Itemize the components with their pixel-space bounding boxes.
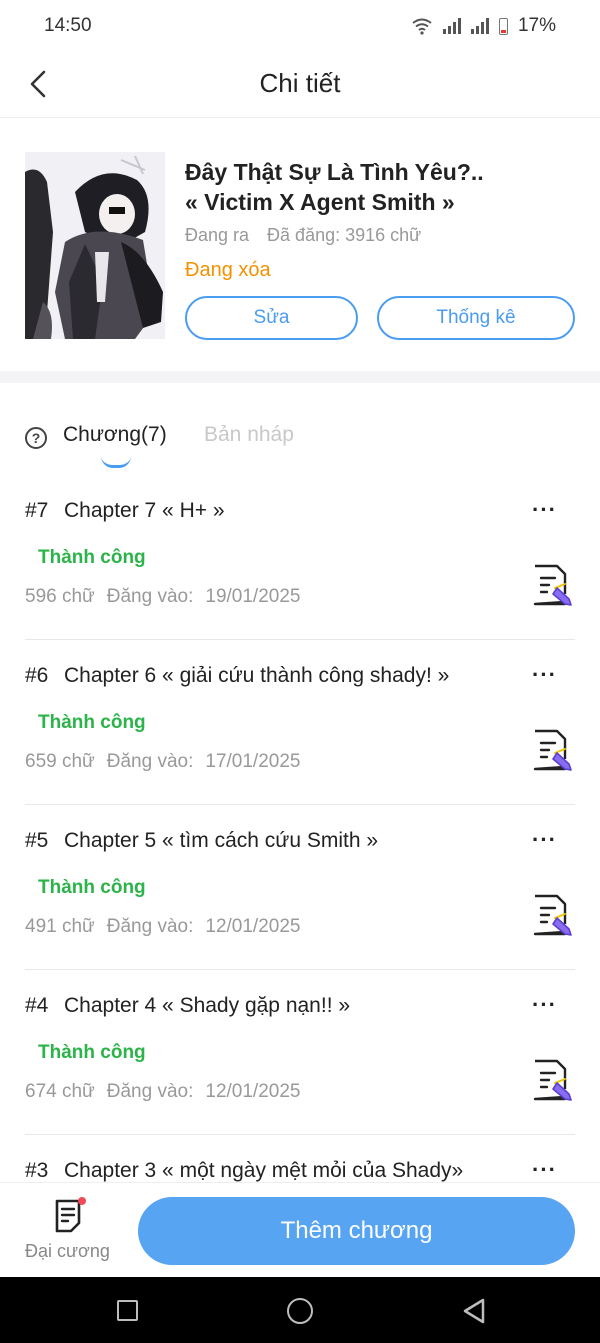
chapter-number: #6	[25, 664, 49, 687]
chapter-item[interactable]: #7 Chapter 7 « H+ » ··· Thành công 596 c…	[25, 475, 575, 640]
book-title-line: Đây Thật Sự Là Tình Yêu?..	[185, 159, 484, 185]
chapter-stats: 674 chữ Đăng vào: 12/01/2025	[25, 1081, 300, 1103]
chapter-title: Chapter 3 « một ngày mệt mỏi của Shady»	[64, 1159, 464, 1182]
system-navigation-bar	[0, 1277, 600, 1343]
tab-chapters[interactable]: Chương(7)	[63, 423, 167, 447]
back-triangle-icon[interactable]	[461, 1297, 487, 1325]
tab-indicator	[101, 456, 131, 468]
signal-icon	[470, 18, 489, 34]
chapter-number: #3	[25, 1159, 49, 1182]
stats-button[interactable]: Thống kê	[377, 296, 575, 340]
status-bar: 14:50 17%	[0, 0, 600, 52]
chapter-word-count: 674 chữ	[25, 1081, 95, 1102]
chapter-item[interactable]: #5 Chapter 5 « tìm cách cứu Smith » ··· …	[25, 805, 575, 970]
chapter-date: 19/01/2025	[205, 586, 301, 607]
chapter-number: #4	[25, 994, 49, 1017]
chapter-number: #7	[25, 499, 49, 522]
book-title-line: « Victim X Agent Smith »	[185, 189, 455, 215]
battery-level: 17%	[517, 15, 556, 36]
wifi-icon	[412, 18, 432, 35]
more-options-icon[interactable]: ···	[532, 1159, 557, 1181]
home-icon[interactable]	[287, 1298, 313, 1324]
outline-label: Đại cương	[25, 1241, 110, 1261]
edit-document-icon[interactable]	[531, 1059, 573, 1103]
battery-icon	[498, 17, 508, 35]
chapter-date: 12/01/2025	[205, 1081, 301, 1102]
chapter-date: 12/01/2025	[205, 916, 301, 937]
status-icons: 17%	[411, 15, 556, 37]
chapter-stats: 491 chữ Đăng vào: 12/01/2025	[25, 916, 300, 938]
edit-button[interactable]: Sửa	[185, 296, 358, 340]
notification-dot	[78, 1197, 86, 1205]
more-options-icon[interactable]: ···	[532, 829, 557, 851]
chapter-item[interactable]: #3 Chapter 3 « một ngày mệt mỏi của Shad…	[25, 1135, 575, 1183]
chapter-title: Chapter 6 « giải cứu thành công shady! »	[64, 664, 450, 687]
edit-document-icon[interactable]	[531, 564, 573, 608]
chapter-item[interactable]: #4 Chapter 4 « Shady gặp nạn!! » ··· Thà…	[25, 970, 575, 1135]
chapter-title: Chapter 5 « tìm cách cứu Smith »	[64, 829, 379, 852]
chapter-stats: 659 chữ Đăng vào: 17/01/2025	[25, 751, 300, 773]
chapter-number: #5	[25, 829, 49, 852]
header: Chi tiết	[0, 52, 600, 118]
chapter-date-label: Đăng vào:	[106, 586, 194, 607]
page-title: Chi tiết	[259, 68, 341, 98]
chapter-status: Thành công	[38, 1042, 146, 1063]
tab-drafts[interactable]: Bản nháp	[204, 423, 294, 447]
book-status: Đang ra	[185, 225, 250, 245]
book-title: Đây Thật Sự Là Tình Yêu?.. « Victim X Ag…	[185, 157, 580, 217]
chapter-status: Thành công	[38, 547, 146, 568]
more-options-icon[interactable]: ···	[532, 664, 557, 686]
chapter-status: Thành công	[38, 877, 146, 898]
cover-illustration	[25, 152, 165, 339]
book-cover[interactable]	[25, 152, 165, 339]
book-word-count: Đã đăng: 3916 chữ	[267, 225, 422, 245]
book-info: Đây Thật Sự Là Tình Yêu?.. « Victim X Ag…	[0, 119, 600, 371]
recent-apps-icon[interactable]	[117, 1300, 138, 1321]
chapter-word-count: 491 chữ	[25, 916, 95, 937]
bottom-action-bar: Đại cương Thêm chương	[0, 1182, 600, 1277]
chapter-stats: 596 chữ Đăng vào: 19/01/2025	[25, 586, 300, 608]
more-options-icon[interactable]: ···	[532, 499, 557, 521]
book-state: Đang xóa	[185, 259, 271, 281]
chapter-date-label: Đăng vào:	[106, 1081, 194, 1102]
chapter-status: Thành công	[38, 712, 146, 733]
chapter-list: #7 Chapter 7 « H+ » ··· Thành công 596 c…	[25, 475, 575, 1182]
chapter-date: 17/01/2025	[205, 751, 301, 772]
edit-document-icon[interactable]	[531, 729, 573, 773]
status-time: 14:50	[44, 15, 92, 36]
chapter-date-label: Đăng vào:	[106, 751, 194, 772]
signal-icon	[442, 18, 461, 34]
chapter-date-label: Đăng vào:	[106, 916, 194, 937]
book-meta: Đang ra Đã đăng: 3916 chữ	[185, 225, 421, 246]
chapter-title: Chapter 4 « Shady gặp nạn!! »	[64, 994, 351, 1017]
outline-button[interactable]: Đại cương	[25, 1197, 113, 1265]
help-icon[interactable]: ?	[25, 427, 47, 449]
more-options-icon[interactable]: ···	[532, 994, 557, 1016]
chapter-word-count: 659 chữ	[25, 751, 95, 772]
edit-document-icon[interactable]	[531, 894, 573, 938]
chapter-item[interactable]: #6 Chapter 6 « giải cứu thành công shady…	[25, 640, 575, 805]
section-divider	[0, 371, 600, 383]
chapter-tabs: ? Chương(7) Bản nháp	[25, 418, 575, 474]
chapter-title: Chapter 7 « H+ »	[64, 499, 225, 522]
add-chapter-button[interactable]: Thêm chương	[138, 1197, 575, 1265]
chapter-word-count: 596 chữ	[25, 586, 95, 607]
